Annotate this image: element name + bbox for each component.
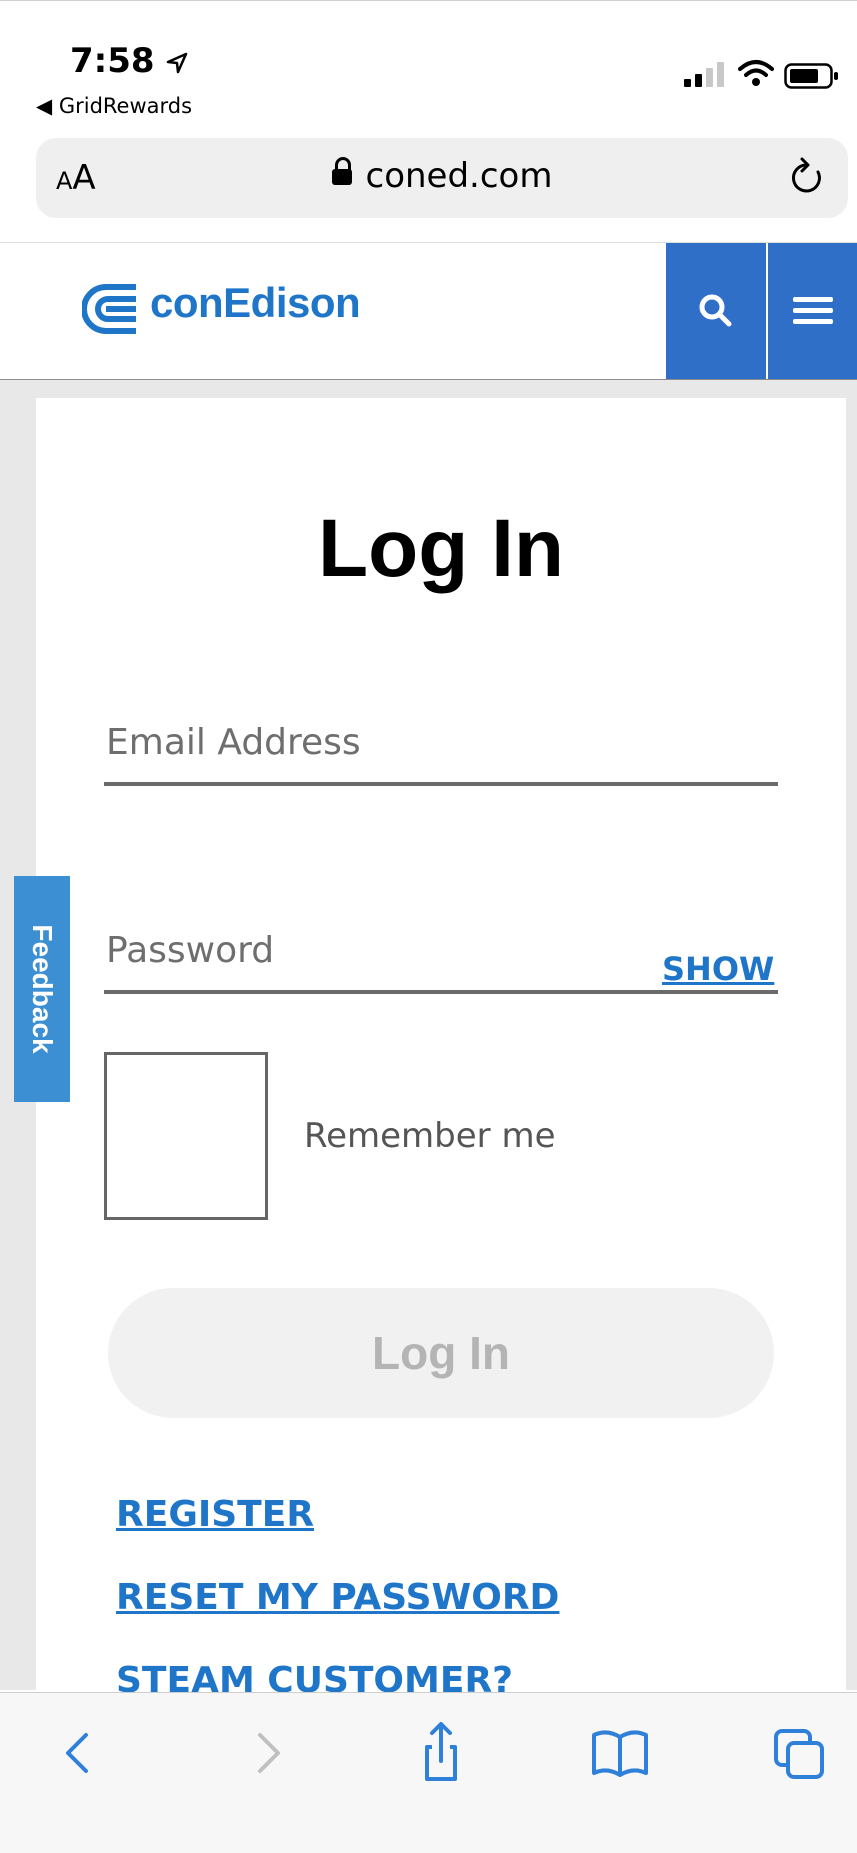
share-icon bbox=[425, 1722, 457, 1781]
battery-icon bbox=[784, 63, 838, 89]
wifi-icon bbox=[738, 60, 774, 86]
forward-button[interactable] bbox=[226, 1713, 306, 1793]
back-to-app-link[interactable]: ◀ GridRewards bbox=[36, 94, 192, 118]
url-display[interactable]: coned.com bbox=[36, 156, 848, 196]
password-input[interactable] bbox=[104, 930, 580, 971]
page-title: Log In bbox=[318, 503, 564, 594]
address-bar[interactable]: AA coned.com bbox=[36, 138, 848, 218]
browser-toolbar bbox=[0, 1692, 857, 1853]
reset-password-link[interactable]: RESET MY PASSWORD bbox=[116, 1577, 559, 1618]
search-button[interactable] bbox=[666, 243, 766, 379]
search-icon bbox=[699, 294, 732, 327]
remember-me-checkbox[interactable] bbox=[104, 1052, 268, 1220]
feedback-tab[interactable]: Feedback bbox=[14, 876, 70, 1102]
hamburger-menu-icon bbox=[792, 297, 833, 324]
reload-icon[interactable] bbox=[788, 156, 828, 200]
show-password-button[interactable]: SHOW bbox=[662, 950, 774, 988]
lock-icon bbox=[331, 157, 352, 185]
tabs-button[interactable] bbox=[760, 1713, 840, 1793]
menu-button[interactable] bbox=[768, 243, 857, 379]
share-button[interactable] bbox=[401, 1713, 481, 1793]
signal-icon bbox=[684, 62, 724, 87]
back-icon bbox=[66, 1733, 88, 1773]
conedison-logo-icon[interactable] bbox=[82, 279, 142, 339]
feedback-label: Feedback bbox=[27, 924, 58, 1054]
status-time: 7:58 bbox=[70, 41, 188, 81]
email-input[interactable] bbox=[104, 722, 782, 763]
bookmarks-button[interactable] bbox=[580, 1713, 660, 1793]
remember-me-label: Remember me bbox=[304, 1116, 556, 1156]
back-button[interactable] bbox=[40, 1713, 120, 1793]
register-link[interactable]: REGISTER bbox=[116, 1494, 314, 1535]
site-header: conEdison bbox=[0, 242, 857, 381]
login-button-label: Log In bbox=[372, 1327, 510, 1379]
bookmarks-icon bbox=[592, 1730, 648, 1777]
email-field[interactable] bbox=[104, 722, 782, 786]
status-bar: 7:58 ◀ GridRewards bbox=[0, 0, 857, 121]
forward-icon bbox=[258, 1733, 280, 1773]
tabs-icon bbox=[774, 1729, 824, 1779]
location-arrow-icon bbox=[167, 52, 188, 73]
brand-logo-text[interactable]: conEdison bbox=[150, 279, 361, 327]
login-button[interactable]: Log In bbox=[108, 1288, 774, 1418]
